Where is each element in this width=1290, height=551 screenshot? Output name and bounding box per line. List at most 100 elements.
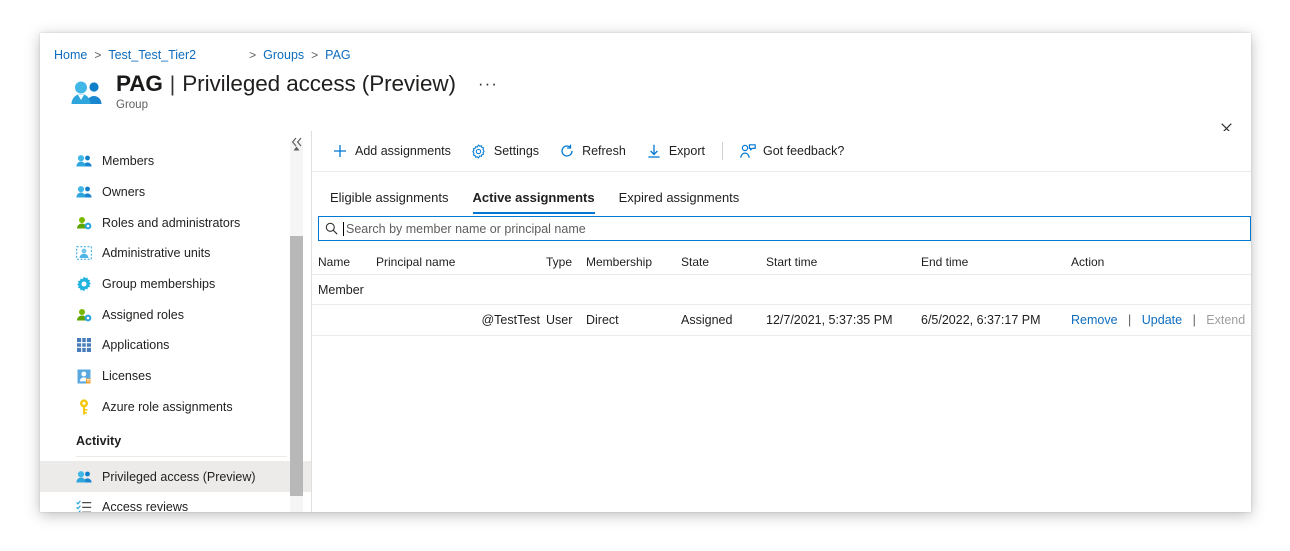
cell-start-time: 12/7/2021, 5:37:35 PM	[766, 313, 921, 327]
table-group-header-member: Member	[312, 275, 1251, 305]
people-blue-icon	[76, 469, 92, 485]
collapse-sidebar-button[interactable]	[287, 132, 307, 152]
license-badge-icon	[76, 368, 92, 384]
sidebar-item-label: Administrative units	[102, 246, 210, 260]
column-header-principal-name: Principal name	[376, 255, 546, 269]
sidebar-nav-list: Members Owners	[40, 146, 311, 512]
gear-icon	[471, 143, 487, 159]
column-header-action: Action	[1071, 255, 1251, 269]
grid-blue-icon	[76, 337, 92, 353]
sidebar-item-label: Privileged access (Preview)	[102, 470, 256, 484]
button-label: Refresh	[582, 144, 626, 158]
tab-eligible-assignments[interactable]: Eligible assignments	[318, 190, 461, 214]
sidebar-item-owners[interactable]: Owners	[40, 177, 311, 208]
add-assignments-button[interactable]: Add assignments	[322, 136, 461, 166]
blade-panel: Home > Test_Test_Tier2 > Groups > PAG PA…	[40, 33, 1251, 512]
button-label: Add assignments	[355, 144, 451, 158]
sidebar-item-assigned-roles[interactable]: Assigned roles	[40, 299, 311, 330]
scrollbar-thumb[interactable]	[290, 236, 303, 496]
sidebar-item-label: Azure role assignments	[102, 400, 233, 414]
cell-state: Assigned	[681, 313, 766, 327]
column-header-end-time: End time	[921, 255, 1071, 269]
update-link[interactable]: Update	[1142, 313, 1182, 327]
page-title: PAG | Privileged access (Preview) ···	[116, 71, 498, 97]
table-header-row: Name Principal name Type Membership Stat…	[312, 249, 1251, 275]
sidebar: Members Owners	[40, 131, 311, 512]
page-title-main: PAG	[116, 71, 163, 97]
sidebar-item-label: Access reviews	[102, 500, 188, 512]
cell-membership: Direct	[586, 313, 681, 327]
sidebar-item-access-reviews[interactable]: Access reviews	[40, 492, 311, 512]
button-label: Export	[669, 144, 705, 158]
admin-unit-dashed-icon	[76, 245, 92, 261]
people-blue-icon	[76, 184, 92, 200]
sidebar-item-label: Members	[102, 154, 154, 168]
got-feedback-button[interactable]: Got feedback?	[730, 136, 854, 166]
column-header-type: Type	[546, 255, 586, 269]
extend-link: Extend	[1206, 313, 1245, 327]
sidebar-item-licenses[interactable]: Licenses	[40, 361, 311, 392]
content-area: Add assignments Settings	[312, 131, 1251, 512]
search-icon	[319, 222, 343, 235]
download-icon	[646, 143, 662, 159]
settings-button[interactable]: Settings	[461, 136, 549, 166]
sidebar-scrollbar[interactable]	[290, 141, 303, 512]
breadcrumb-item-tenant[interactable]: Test_Test_Tier2	[108, 48, 196, 62]
feedback-person-icon	[740, 143, 756, 159]
refresh-button[interactable]: Refresh	[549, 136, 636, 166]
assignments-table: Name Principal name Type Membership Stat…	[312, 249, 1251, 336]
remove-link[interactable]: Remove	[1071, 313, 1118, 327]
sidebar-item-label: Roles and administrators	[102, 216, 240, 230]
table-row[interactable]: @TestTest User Direct Assigned 12/7/2021…	[312, 305, 1251, 336]
column-header-membership: Membership	[586, 255, 681, 269]
sidebar-item-privileged-access[interactable]: Privileged access (Preview)	[40, 461, 311, 492]
cell-actions: Remove | Update | Extend	[1071, 313, 1251, 327]
button-label: Settings	[494, 144, 539, 158]
person-gear-green-icon	[76, 307, 92, 323]
breadcrumb-item-home[interactable]: Home	[54, 48, 87, 62]
sidebar-item-label: Assigned roles	[102, 308, 184, 322]
sidebar-item-members[interactable]: Members	[40, 146, 311, 177]
sidebar-item-group-memberships[interactable]: Group memberships	[40, 269, 311, 300]
sidebar-item-azure-role-assignments[interactable]: Azure role assignments	[40, 392, 311, 423]
resource-type-label: Group	[116, 99, 148, 111]
button-label: Got feedback?	[763, 144, 844, 158]
sidebar-item-label: Owners	[102, 185, 145, 199]
breadcrumb-separator: >	[94, 48, 101, 62]
chevron-double-left-icon	[291, 137, 303, 147]
plus-icon	[332, 143, 348, 159]
more-options-button[interactable]: ···	[478, 74, 498, 94]
sidebar-item-label: Applications	[102, 338, 169, 352]
column-header-state: State	[681, 255, 766, 269]
breadcrumb: Home > Test_Test_Tier2 > Groups > PAG	[54, 46, 351, 64]
gear-cyan-icon	[76, 276, 92, 292]
search-input[interactable]	[344, 222, 1250, 236]
search-box[interactable]	[318, 216, 1251, 241]
group-people-icon	[70, 79, 104, 107]
sidebar-item-applications[interactable]: Applications	[40, 330, 311, 361]
cell-end-time: 6/5/2022, 6:37:17 PM	[921, 313, 1071, 327]
breadcrumb-item-groups[interactable]: Groups	[263, 48, 304, 62]
export-button[interactable]: Export	[636, 136, 715, 166]
page-title-section: Privileged access (Preview)	[182, 71, 456, 97]
sidebar-group-header-activity: Activity	[40, 422, 311, 452]
breadcrumb-separator: >	[249, 48, 256, 62]
tab-bar: Eligible assignments Active assignments …	[312, 172, 1251, 214]
sidebar-item-label: Group memberships	[102, 277, 215, 291]
cell-principal-name: @TestTest	[376, 313, 546, 327]
checklist-icon	[76, 499, 92, 512]
toolbar-separator	[722, 142, 723, 160]
sidebar-item-roles-and-administrators[interactable]: Roles and administrators	[40, 207, 311, 238]
sidebar-item-label: Licenses	[102, 369, 151, 383]
tab-active-assignments[interactable]: Active assignments	[461, 190, 607, 214]
sidebar-item-administrative-units[interactable]: Administrative units	[40, 238, 311, 269]
column-header-name: Name	[318, 255, 376, 269]
sidebar-divider	[76, 456, 287, 457]
people-blue-icon	[76, 153, 92, 169]
action-separator: |	[1128, 313, 1131, 327]
command-toolbar: Add assignments Settings	[312, 131, 1251, 172]
breadcrumb-item-pag[interactable]: PAG	[325, 48, 350, 62]
action-separator: |	[1193, 313, 1196, 327]
tab-expired-assignments[interactable]: Expired assignments	[607, 190, 752, 214]
column-header-start-time: Start time	[766, 255, 921, 269]
